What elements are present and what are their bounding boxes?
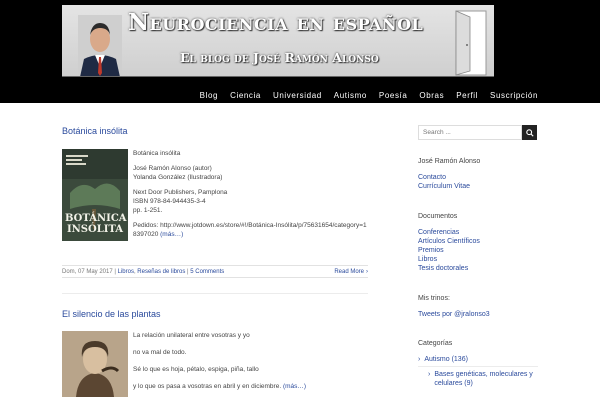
post-silencio: El silencio de las plantas — [62, 309, 368, 319]
post-separator — [62, 293, 368, 294]
meta-separator: | — [114, 268, 116, 275]
categories-widget: Categorías › Autismo (136) › Bases genét… — [418, 340, 538, 388]
categories-heading: Categorías — [418, 340, 453, 347]
nav-item-perfil[interactable]: Perfil — [456, 91, 478, 100]
read-more-label: Read More — [334, 268, 364, 275]
chevron-right-icon: › — [418, 356, 421, 363]
main-nav: Blog Ciencia Universidad Autismo Poesía … — [200, 91, 538, 100]
category-item-autismo[interactable]: › Autismo (136) — [418, 355, 538, 364]
post-meta-bar: Dom, 07 May 2017 | Libros, Reseñas de li… — [62, 265, 368, 278]
excerpt-line: Sé lo que es hoja, pétalo, espiga, piña,… — [133, 366, 259, 373]
nav-item-universidad[interactable]: Universidad — [273, 91, 322, 100]
category-item-bases-geneticas[interactable]: › Bases genéticas, moleculares y celular… — [418, 370, 538, 388]
documents-widget: Documentos Conferencias Artículos Cientí… — [418, 213, 480, 273]
excerpt-last: y lo que os pasa a vosotras en abril y e… — [133, 382, 368, 391]
meta-separator: | — [187, 268, 189, 275]
author-widget: José Ramón Alonso Contacto Currículum Vi… — [418, 158, 480, 191]
link-articulos[interactable]: Artículos Científicos — [418, 237, 480, 246]
header-banner[interactable]: Neurociencia en español El blog de José … — [62, 5, 494, 77]
link-libros[interactable]: Libros — [418, 255, 480, 264]
link-contacto[interactable]: Contacto — [418, 173, 480, 182]
excerpt-line: pp. 1-251. — [133, 207, 163, 214]
book-cover-image[interactable]: BOTÁNICA INSÓLITA — [62, 149, 128, 241]
excerpt-line: y lo que os pasa a vosotras en abril y e… — [133, 383, 282, 390]
search-icon — [525, 128, 534, 137]
site-header: Neurociencia en español El blog de José … — [0, 0, 600, 103]
post-excerpt: La relación unilateral entre vosotras y … — [133, 331, 368, 391]
category-label: Autismo (136) — [424, 356, 468, 363]
nav-item-suscripcion[interactable]: Suscripción — [490, 91, 538, 100]
nav-item-ciencia[interactable]: Ciencia — [230, 91, 261, 100]
nav-item-poesia[interactable]: Poesía — [379, 91, 408, 100]
post-title[interactable]: Botánica insólita — [62, 126, 368, 136]
excerpt-orders: Pedidos: http://www.jotdown.es/store/#!/… — [133, 221, 368, 239]
tweets-link[interactable]: Tweets por @jralonso3 — [418, 310, 490, 319]
chevron-right-icon: › — [366, 268, 368, 275]
tweets-widget: Mis trinos: Tweets por @jralonso3 — [418, 295, 490, 319]
book-cover-title: BOTÁNICA INSÓLITA — [65, 213, 127, 235]
post-title[interactable]: El silencio de las plantas — [62, 309, 368, 319]
category-link-libros[interactable]: Libros — [118, 269, 134, 275]
comments-link[interactable]: 5 Comments — [190, 269, 224, 275]
author-heading: José Ramón Alonso — [418, 158, 481, 165]
post-date: Dom, 07 May 2017 — [62, 268, 113, 275]
read-more-link[interactable]: Read More › — [334, 269, 368, 275]
search-form — [418, 125, 538, 140]
nav-item-autismo[interactable]: Autismo — [334, 91, 367, 100]
excerpt-line: ISBN 978-84-944435-3-4 — [133, 198, 206, 205]
open-door-icon — [455, 10, 487, 76]
nav-item-blog[interactable]: Blog — [200, 91, 218, 100]
more-link[interactable]: (más…) — [160, 231, 183, 238]
excerpt-line: Botánica insólita — [133, 150, 181, 157]
excerpt-line: La relación unilateral entre vosotras y … — [133, 332, 250, 339]
post-excerpt: Botánica insólita José Ramón Alonso (aut… — [133, 149, 368, 239]
sidebar: José Ramón Alonso Contacto Currículum Vi… — [418, 125, 538, 387]
excerpt-line: Yolanda González (Ilustradora) — [133, 174, 223, 181]
link-conferencias[interactable]: Conferencias — [418, 228, 480, 237]
site-subtitle: El blog de José Ramón Alonso — [180, 50, 379, 65]
tweets-heading: Mis trinos: — [418, 295, 450, 302]
chevron-right-icon: › — [428, 371, 431, 378]
link-curriculum[interactable]: Currículum Vitae — [418, 182, 480, 191]
category-link-resenas[interactable]: Reseñas de libros — [137, 269, 185, 275]
nav-item-obras[interactable]: Obras — [419, 91, 444, 100]
site-title: Neurociencia en español — [128, 9, 424, 36]
post-botanica: Botánica insólita — [62, 126, 368, 136]
divider — [418, 366, 538, 367]
more-link[interactable]: (más…) — [283, 383, 306, 390]
search-button[interactable] — [522, 125, 537, 140]
post-meta: Dom, 07 May 2017 | Libros, Reseñas de li… — [62, 268, 225, 275]
search-input[interactable] — [418, 125, 522, 140]
documents-heading: Documentos — [418, 213, 458, 220]
link-premios[interactable]: Premios — [418, 246, 480, 255]
excerpt-line: no va mal de todo. — [133, 349, 187, 356]
category-label: Bases genéticas, moleculares y celulares… — [434, 371, 533, 387]
post-photo[interactable] — [62, 331, 128, 397]
author-portrait — [78, 15, 122, 76]
link-tesis[interactable]: Tesis doctorales — [418, 264, 480, 273]
excerpt-line: José Ramón Alonso (autor) — [133, 165, 212, 172]
excerpt-line: Next Door Publishers, Pamplona — [133, 189, 228, 196]
